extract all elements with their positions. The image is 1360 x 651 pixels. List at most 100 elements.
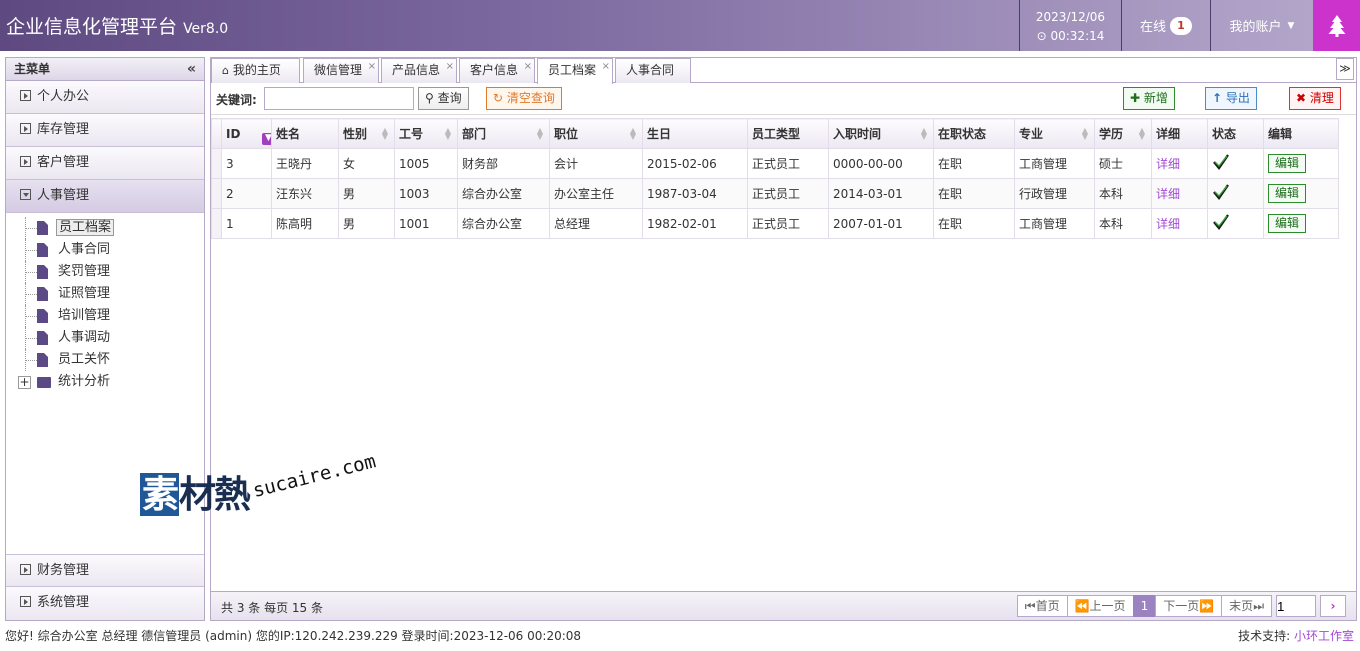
- expand-icon: [20, 156, 31, 167]
- current-time: 00:32:14: [1050, 29, 1105, 43]
- page-number-input[interactable]: [1276, 595, 1316, 617]
- tree-item-care[interactable]: 员工关怀: [18, 349, 204, 371]
- menu-inventory[interactable]: 库存管理: [6, 114, 204, 147]
- current-page-button[interactable]: 1: [1132, 595, 1157, 617]
- tab-home[interactable]: ⌂ 我的主页: [211, 58, 300, 83]
- tree-item-statistics[interactable]: + 统计分析: [18, 371, 204, 393]
- tree-item-certificates[interactable]: 证照管理: [18, 283, 204, 305]
- column-header-id[interactable]: ID ▼: [221, 118, 272, 149]
- table-row[interactable]: 3 王晓丹 女 1005 财务部 会计 2015-02-06 正式员工 0000…: [211, 148, 1339, 179]
- cell-gender: 女: [338, 148, 395, 179]
- column-header-education[interactable]: 学历 ▲ ▼: [1094, 118, 1152, 149]
- collapse-sidebar-icon[interactable]: «: [187, 58, 196, 81]
- cell-edit: 编辑: [1263, 148, 1339, 179]
- watermark-logo: 素材熱 sucaire.com: [140, 450, 390, 522]
- table-row[interactable]: 2 汪东兴 男 1003 综合办公室 办公室主任 1987-03-04 正式员工…: [211, 178, 1339, 209]
- tab-customers[interactable]: 客户信息 ×: [459, 58, 535, 83]
- document-icon: [37, 331, 48, 345]
- cell-status: [1207, 178, 1264, 209]
- checkmark-icon: [1213, 184, 1229, 200]
- online-users-button[interactable]: 在线 1: [1121, 0, 1210, 51]
- tree-item-employee-files[interactable]: 员工档案: [18, 217, 204, 239]
- column-header-employment-status[interactable]: 在职状态: [933, 118, 1015, 149]
- header-label: 状态: [1212, 127, 1237, 141]
- add-button[interactable]: ✚ 新增: [1123, 87, 1175, 110]
- column-header-birthday[interactable]: 生日: [642, 118, 748, 149]
- menu-label: 库存管理: [37, 122, 90, 137]
- column-header-position[interactable]: 职位 ▲ ▼: [549, 118, 643, 149]
- keyword-label: 关键词:: [216, 93, 257, 107]
- detail-link[interactable]: 详细: [1156, 157, 1180, 171]
- main-panel: ⌂ 我的主页 微信管理 × 产品信息 × 客户信息 × 员工档案 × 人事合同 ≫ 关键…: [210, 57, 1357, 621]
- menu-system[interactable]: 系统管理: [6, 587, 204, 620]
- tree-item-label: 证照管理: [58, 286, 111, 301]
- search-button[interactable]: ⚲ 查询: [418, 87, 469, 110]
- table-header-row: ID ▼ 姓名 性别 ▲ ▼ 工号 ▲ ▼ 部门 ▲ ▼ 职位 ▲ ▼ 生日 员工类型 入职时间 ▲…: [211, 118, 1339, 149]
- go-page-icon[interactable]: ›: [1320, 595, 1346, 617]
- column-header-detail: 详细: [1151, 118, 1208, 149]
- cell-position: 办公室主任: [549, 178, 643, 209]
- edit-button[interactable]: 编辑: [1268, 184, 1307, 203]
- tab-employee-files[interactable]: 员工档案 ×: [537, 58, 613, 84]
- status-bar: 您好! 综合办公室 总经理 德信管理员 (admin) 您的IP:120.242…: [0, 624, 1360, 651]
- app-version: Ver8.0: [183, 21, 229, 37]
- export-button[interactable]: ↑ 导出: [1205, 87, 1257, 110]
- tab-label: 我的主页: [232, 63, 281, 77]
- column-header-gender[interactable]: 性别 ▲ ▼: [338, 118, 395, 149]
- purge-button[interactable]: ✖ 清理: [1289, 87, 1341, 110]
- clear-query-button[interactable]: ↻ 清空查询: [486, 87, 562, 110]
- pager-label: 首页: [1035, 599, 1060, 613]
- close-tab-icon[interactable]: ×: [368, 55, 376, 78]
- column-header-name[interactable]: 姓名: [271, 118, 339, 149]
- tree-item-contracts[interactable]: 人事合同: [18, 239, 204, 261]
- cell-employee-no: 1003: [394, 178, 458, 209]
- detail-link[interactable]: 详细: [1156, 187, 1180, 201]
- close-tab-icon[interactable]: ×: [602, 55, 610, 78]
- last-page-button[interactable]: 末页⏭: [1221, 595, 1272, 617]
- menu-personal-office[interactable]: 个人办公: [6, 81, 204, 114]
- document-icon: [37, 243, 48, 257]
- tree-item-label: 员工档案: [56, 219, 115, 236]
- tab-products[interactable]: 产品信息 ×: [381, 58, 457, 83]
- support-link[interactable]: 小环工作室: [1294, 629, 1354, 643]
- my-account-dropdown[interactable]: 我的账户 ▼: [1210, 0, 1313, 51]
- tab-dropdown-icon[interactable]: ≫: [1336, 58, 1354, 80]
- sort-icon: ▲ ▼: [536, 126, 543, 141]
- expand-plus-icon[interactable]: +: [18, 376, 31, 389]
- menu-label: 人事管理: [37, 188, 90, 203]
- header-label: 入职时间: [833, 127, 882, 141]
- prev-page-button[interactable]: ⏪上一页: [1066, 595, 1134, 617]
- cell-detail: 详细: [1151, 178, 1208, 209]
- keyword-input[interactable]: [264, 87, 414, 110]
- menu-customers[interactable]: 客户管理: [6, 147, 204, 180]
- edit-button[interactable]: 编辑: [1268, 154, 1307, 173]
- tree-item-rewards[interactable]: 奖罚管理: [18, 261, 204, 283]
- tree-item-transfers[interactable]: 人事调动: [18, 327, 204, 349]
- app-title: 企业信息化管理平台 Ver8.0: [6, 12, 228, 39]
- search-icon: ⚲: [425, 91, 434, 105]
- column-header-major[interactable]: 专业 ▲ ▼: [1014, 118, 1095, 149]
- theme-tree-button[interactable]: [1313, 0, 1360, 51]
- column-header-department[interactable]: 部门 ▲ ▼: [457, 118, 550, 149]
- clock-icon: ⊙: [1036, 29, 1047, 43]
- next-page-button[interactable]: 下一页⏩: [1155, 595, 1223, 617]
- expand-icon: [20, 90, 31, 101]
- column-header-hire-date[interactable]: 入职时间 ▲ ▼: [828, 118, 934, 149]
- tab-wechat[interactable]: 微信管理 ×: [303, 58, 379, 83]
- cell-hire-date: 2007-01-01: [828, 208, 934, 239]
- column-header-employee-type[interactable]: 员工类型: [747, 118, 829, 149]
- edit-button[interactable]: 编辑: [1268, 214, 1307, 233]
- column-header-employee-no[interactable]: 工号 ▲ ▼: [394, 118, 458, 149]
- cell-education: 本科: [1094, 178, 1152, 209]
- column-header-status: 状态: [1207, 118, 1264, 149]
- login-info: 您好! 综合办公室 总经理 德信管理员 (admin) 您的IP:120.242…: [5, 629, 582, 643]
- first-page-button[interactable]: ⏮首页: [1016, 595, 1068, 617]
- close-tab-icon[interactable]: ×: [524, 55, 532, 78]
- table-row[interactable]: 1 陈高明 男 1001 综合办公室 总经理 1982-02-01 正式员工 2…: [211, 208, 1339, 239]
- menu-hr[interactable]: 人事管理: [6, 180, 204, 213]
- close-tab-icon[interactable]: ×: [446, 55, 454, 78]
- tree-item-training[interactable]: 培训管理: [18, 305, 204, 327]
- detail-link[interactable]: 详细: [1156, 217, 1180, 231]
- tab-contracts[interactable]: 人事合同: [615, 58, 691, 83]
- menu-finance[interactable]: 财务管理: [6, 554, 204, 587]
